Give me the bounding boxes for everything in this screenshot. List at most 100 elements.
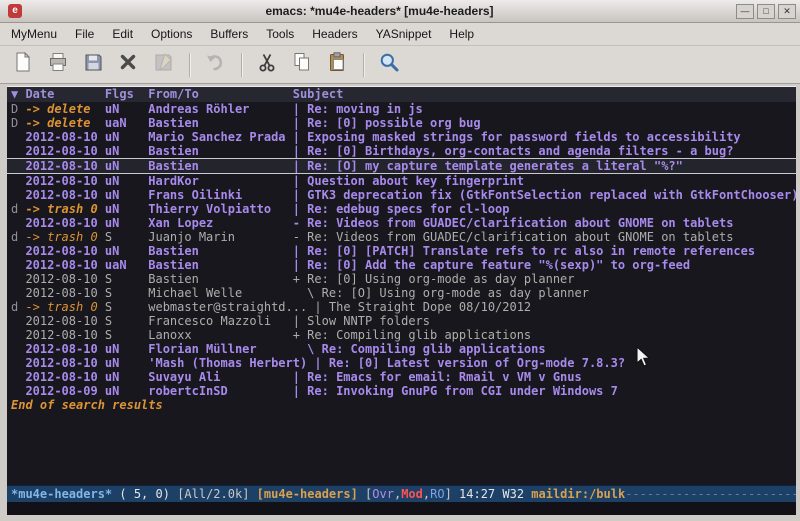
message-row[interactable]: d-> trash 0Swebmaster@straightd... | The… [11,300,796,314]
menu-item-headers[interactable]: Headers [303,24,366,44]
message-flags: uN [105,216,148,230]
message-row[interactable]: 2012-08-10uNBastien| Re: [0] Birthdays, … [11,144,796,158]
mark-flag [11,216,25,230]
message-row[interactable]: 2012-08-10uNFlorian Müllner \ Re: Compil… [11,342,796,356]
mu4e-headers-buffer: ▼ Date Flgs From/To Subject D-> deleteuN… [7,86,796,515]
message-row[interactable]: D-> deleteuNAndreas Röhler| Re: moving i… [11,102,796,116]
modeline-segment: RO [430,487,444,501]
message-date: 2012-08-10 [25,356,104,370]
message-from: Frans Oilinki [148,188,292,202]
modeline-segment: 14:27 W32 [459,487,531,501]
mark-flag: D [11,102,25,116]
column-header-flags[interactable]: Flgs [105,87,148,102]
menu-item-buffers[interactable]: Buffers [201,24,257,44]
message-subject: | Exposing masked strings for password f… [293,130,741,144]
menu-item-options[interactable]: Options [142,24,201,44]
message-subject: | Re: Emacs for email: Rmail v VM v Gnus [293,370,582,384]
message-flags: uN [105,356,148,370]
message-flags: uN [105,202,148,216]
message-from: Bastien [148,244,292,258]
message-date: 2012-08-10 [25,144,104,158]
message-row[interactable]: 2012-08-10uNSuvayu Ali| Re: Emacs for em… [11,370,796,384]
save-button[interactable] [78,50,108,80]
message-row[interactable]: d-> trash 0uNThierry Volpiatto| Re: edeb… [11,202,796,216]
search-button[interactable] [374,50,404,80]
message-row[interactable]: 2012-08-10uNFrans Oilinki| GTK3 deprecat… [11,188,796,202]
column-header-date[interactable]: Date [25,87,104,102]
message-date: 2012-08-10 [25,272,104,286]
message-from: Florian Müllner [148,342,292,356]
maximize-button[interactable]: □ [757,4,775,19]
menu-item-edit[interactable]: Edit [103,24,142,44]
cut-button[interactable] [252,50,282,80]
message-row[interactable]: 2012-08-09uNrobertcInSD| Re: Invoking Gn… [11,384,796,398]
emacs-window: e emacs: *mu4e-headers* [mu4e-headers] —… [0,0,800,521]
menu-item-tools[interactable]: Tools [257,24,303,44]
mode-line[interactable]: *mu4e-headers* ( 5, 0) [All/2.0k] [mu4e-… [7,485,796,502]
message-from: Bastien [148,159,292,173]
modeline-segment: ( 5, 0) [112,487,177,501]
menu-item-yasnippet[interactable]: YASnippet [367,24,441,44]
message-flags: S [105,272,148,286]
mark-flag: D [11,116,25,130]
title-bar[interactable]: e emacs: *mu4e-headers* [mu4e-headers] —… [0,0,800,23]
column-header-from[interactable]: From/To [148,87,292,102]
message-date: -> delete [25,102,104,116]
minimize-button[interactable]: — [736,4,754,19]
message-subject: | Slow NNTP folders [293,314,430,328]
message-row[interactable]: 2012-08-10uNXan Lopez- Re: Videos from G… [11,216,796,230]
write-file-icon [152,51,174,78]
close-icon [117,51,139,78]
message-row[interactable]: d-> trash 0SJuanjo Marin- Re: Videos fro… [11,230,796,244]
message-flags: uN [105,159,148,173]
mark-flag [11,370,25,384]
message-row[interactable]: 2012-08-10uNBastien| Re: [O] my capture … [7,158,796,174]
message-flags: uN [105,174,148,188]
message-row[interactable]: 2012-08-10SLanoxx+ Re: Compiling glib ap… [11,328,796,342]
close-button[interactable] [113,50,143,80]
toolbar-separator [241,53,243,77]
mark-flag [11,130,25,144]
message-row[interactable]: 2012-08-10uNBastien| Re: [0] [PATCH] Tra… [11,244,796,258]
emacs-icon: e [8,4,22,18]
menu-item-mymenu[interactable]: MyMenu [2,24,66,44]
modeline-segment: Mod [401,487,423,501]
mark-flag: d [11,202,25,216]
new-file-button[interactable] [8,50,38,80]
close-button[interactable]: ✕ [778,4,796,19]
message-row[interactable]: 2012-08-10SFrancesco Mazzoli| Slow NNTP … [11,314,796,328]
paste-button[interactable] [322,50,352,80]
copy-button[interactable] [287,50,317,80]
message-row[interactable]: 2012-08-10SMichael Welle \ Re: [O] Using… [11,286,796,300]
message-flags: S [105,300,148,314]
mark-flag [11,174,25,188]
mark-flag [11,188,25,202]
message-row[interactable]: 2012-08-10uaNBastien| Re: [0] Add the ca… [11,258,796,272]
message-from: Bastien [148,258,292,272]
window-controls: —□✕ [733,4,796,19]
window-title: emacs: *mu4e-headers* [mu4e-headers] [26,4,733,18]
message-date: 2012-08-10 [25,258,104,272]
message-subject: \ Re: [O] Using org-mode as day planner [293,286,589,300]
toolbar-separator [363,53,365,77]
menu-item-help[interactable]: Help [440,24,483,44]
toolbar-separator [189,53,191,77]
message-row[interactable]: 2012-08-10uN'Mash (Thomas Herbert) | Re:… [11,356,796,370]
scroll-bar[interactable] [0,86,7,515]
print-button[interactable] [43,50,73,80]
write-file-button [148,50,178,80]
message-row[interactable]: D-> deleteuaNBastien| Re: [0] possible o… [11,116,796,130]
column-header-subject[interactable]: Subject [293,87,344,102]
message-row[interactable]: 2012-08-10uNHardKor| Question about key … [11,174,796,188]
message-subject: + Re: Compiling glib applications [293,328,531,342]
mark-flag [11,384,25,398]
message-date: 2012-08-10 [25,286,104,300]
mark-flag [11,244,25,258]
menu-item-file[interactable]: File [66,24,103,44]
message-row[interactable]: 2012-08-10SBastien+ Re: [0] Using org-mo… [11,272,796,286]
message-date: 2012-08-10 [25,216,104,230]
message-date: 2012-08-10 [25,328,104,342]
message-from: Xan Lopez [148,216,292,230]
message-row[interactable]: 2012-08-10uNMario Sanchez Prada| Exposin… [11,130,796,144]
sort-indicator-icon[interactable]: ▼ [11,87,25,102]
